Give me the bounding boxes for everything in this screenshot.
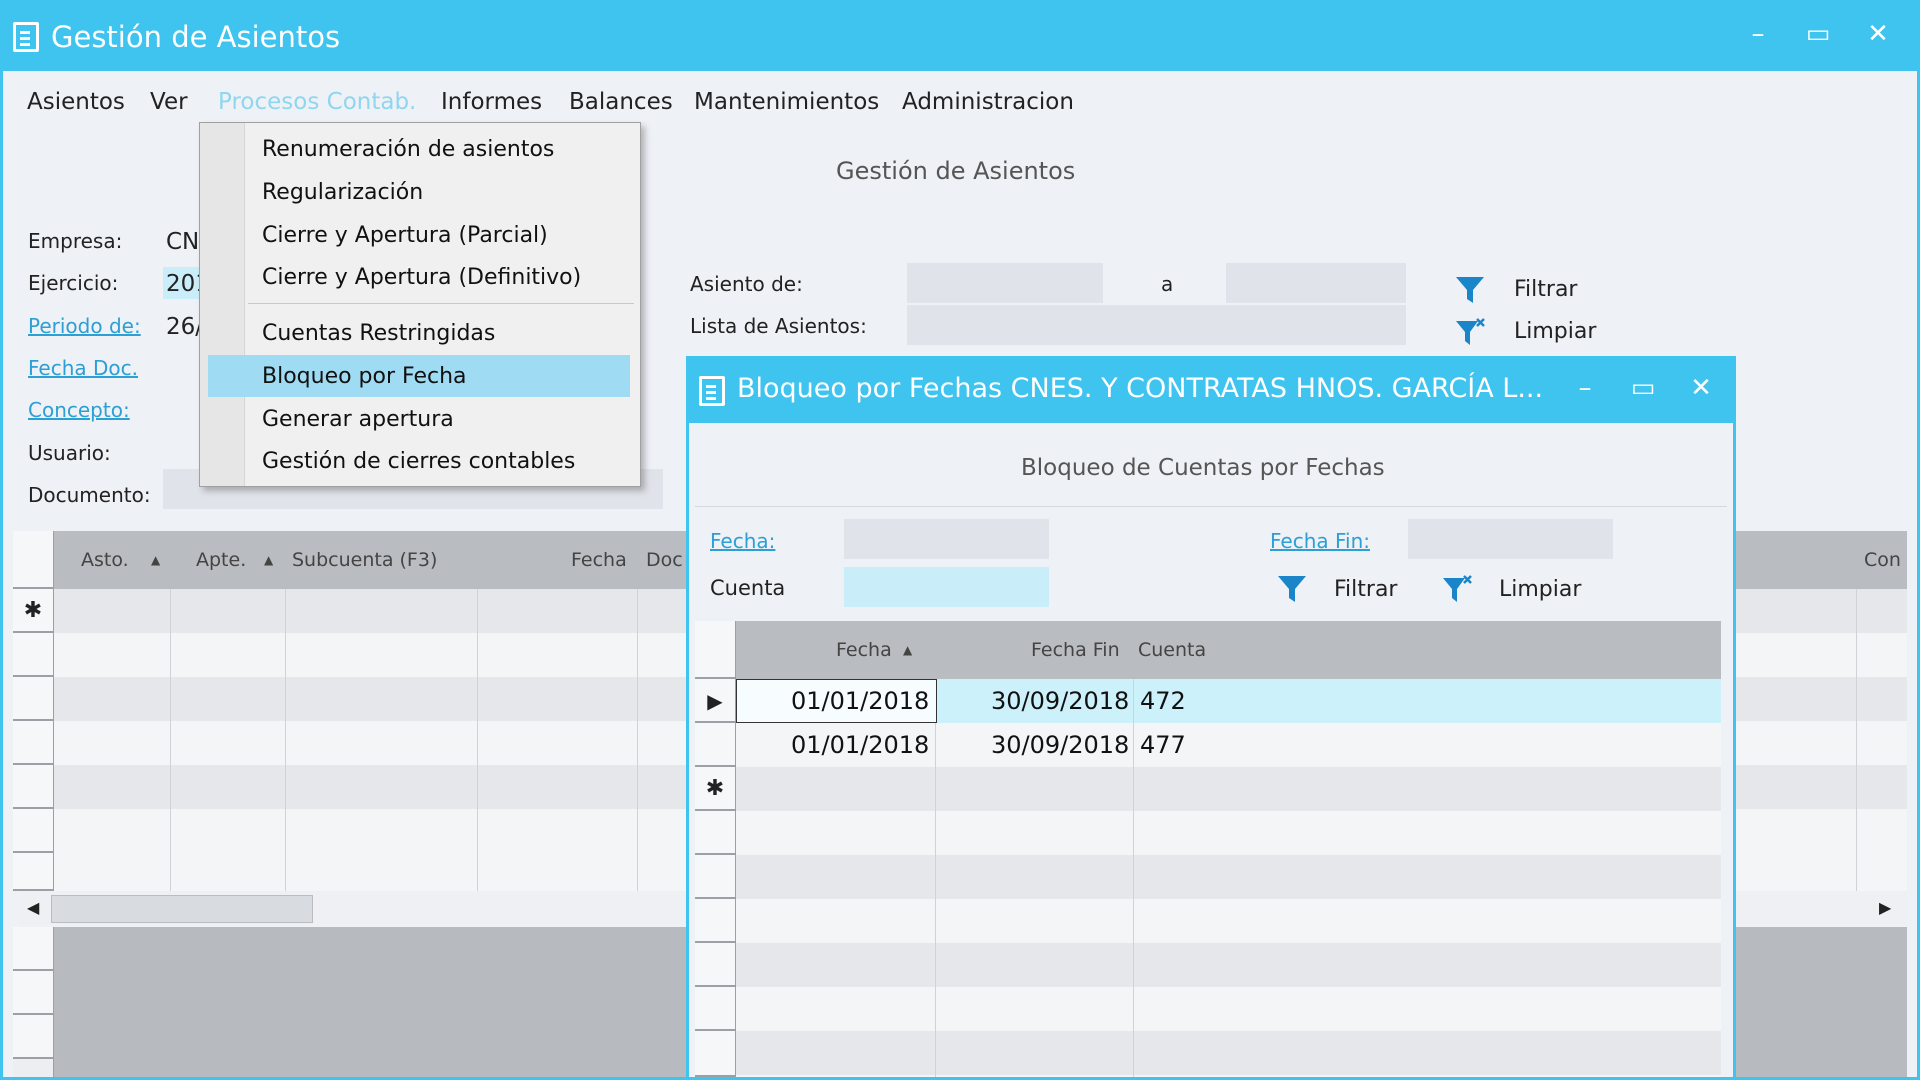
dialog-close-button[interactable]: ✕ bbox=[1679, 373, 1723, 403]
menu-cierre-definitivo[interactable]: Cierre y Apertura (Definitivo) bbox=[262, 265, 581, 290]
dialog-title: Bloqueo por Fechas CNES. Y CONTRATAS HNO… bbox=[737, 373, 1544, 404]
row-1-fecha: 01/01/2018 bbox=[791, 687, 930, 715]
col-apte[interactable]: Apte. bbox=[196, 531, 246, 589]
menu-regularizacion[interactable]: Regularización bbox=[262, 180, 423, 205]
dialog-fecha-fin-field[interactable] bbox=[1408, 519, 1613, 559]
concepto-link[interactable]: Concepto: bbox=[28, 398, 130, 422]
col-subcuenta[interactable]: Subcuenta (F3) bbox=[292, 531, 437, 589]
usuario-label: Usuario: bbox=[28, 441, 111, 465]
bloqueo-dialog: Bloqueo por Fechas CNES. Y CONTRATAS HNO… bbox=[686, 356, 1736, 1080]
dialog-fecha-fin-link[interactable]: Fecha Fin: bbox=[1270, 529, 1370, 553]
menu-informes[interactable]: Informes bbox=[441, 89, 542, 115]
document-icon bbox=[13, 22, 39, 52]
maximize-button[interactable]: ▭ bbox=[1796, 19, 1840, 49]
col-con[interactable]: Con bbox=[1864, 531, 1901, 589]
col-fecha[interactable]: Fecha bbox=[836, 621, 892, 679]
row-header-column bbox=[13, 927, 54, 1077]
dialog-cuenta-field[interactable] bbox=[844, 567, 1049, 607]
documento-label: Documento: bbox=[28, 483, 151, 507]
title-bar[interactable]: Gestión de Asientos – ▭ ✕ bbox=[3, 3, 1917, 71]
fecha-doc-link[interactable]: Fecha Doc. bbox=[28, 356, 138, 380]
dialog-fecha-field[interactable] bbox=[844, 519, 1049, 559]
row-2-cuenta: 477 bbox=[1140, 731, 1186, 759]
col-fecha[interactable]: Fecha bbox=[571, 531, 627, 589]
asiento-de-label: Asiento de: bbox=[690, 272, 803, 296]
filter-icon[interactable] bbox=[1277, 574, 1307, 604]
row-1-cuenta: 472 bbox=[1140, 687, 1186, 715]
menu-balances[interactable]: Balances bbox=[569, 89, 673, 115]
col-asto[interactable]: Asto. bbox=[81, 531, 129, 589]
menu-bloqueo-por-fecha[interactable]: Bloqueo por Fecha bbox=[262, 364, 467, 389]
table-row[interactable] bbox=[736, 943, 1721, 987]
table-row[interactable] bbox=[736, 855, 1721, 899]
dialog-cuenta-label: Cuenta bbox=[710, 576, 786, 600]
col-doc[interactable]: Doc bbox=[646, 531, 683, 589]
lista-asientos-label: Lista de Asientos: bbox=[690, 314, 867, 338]
dialog-minimize-button[interactable]: – bbox=[1563, 373, 1607, 403]
table-row[interactable]: 01/01/2018 30/09/2018 477 bbox=[736, 723, 1721, 767]
current-row-arrow-icon: ▶ bbox=[695, 679, 735, 723]
menu-ver[interactable]: Ver bbox=[150, 89, 188, 115]
row-2-fecha: 01/01/2018 bbox=[791, 731, 930, 759]
empresa-value: CN bbox=[166, 229, 200, 255]
periodo-value: 26/ bbox=[166, 314, 204, 340]
scroll-right-icon[interactable]: ▶ bbox=[1879, 898, 1891, 917]
minimize-button[interactable]: – bbox=[1736, 19, 1780, 49]
menu-asientos[interactable]: Asientos bbox=[27, 89, 125, 115]
page-title: Gestión de Asientos bbox=[836, 157, 1076, 185]
dialog-title-bar[interactable]: Bloqueo por Fechas CNES. Y CONTRATAS HNO… bbox=[689, 359, 1733, 423]
row-2-fecha-fin: 30/09/2018 bbox=[991, 731, 1130, 759]
periodo-link[interactable]: Periodo de: bbox=[28, 314, 141, 338]
clear-filter-icon[interactable] bbox=[1442, 574, 1472, 604]
dialog-maximize-button[interactable]: ▭ bbox=[1621, 373, 1665, 403]
row-header-column: ▶ ✱ bbox=[695, 621, 736, 1077]
dialog-grid-header: Fecha ▲ Fecha Fin Cuenta bbox=[735, 621, 1721, 679]
menu-procesos-contab[interactable]: Procesos Contab. bbox=[218, 89, 416, 115]
asiento-a-label: a bbox=[1161, 272, 1174, 296]
scroll-left-icon[interactable]: ◀ bbox=[27, 898, 39, 917]
menu-generar-apertura[interactable]: Generar apertura bbox=[262, 407, 454, 432]
ejercicio-label: Ejercicio: bbox=[28, 271, 119, 295]
col-fecha-fin[interactable]: Fecha Fin bbox=[1031, 621, 1120, 679]
clear-filter-icon[interactable] bbox=[1455, 317, 1485, 347]
menu-cierre-parcial[interactable]: Cierre y Apertura (Parcial) bbox=[262, 223, 548, 248]
sort-asc-icon: ▲ bbox=[903, 643, 913, 657]
menu-administracion[interactable]: Administracion bbox=[902, 89, 1074, 115]
menu-mantenimientos[interactable]: Mantenimientos bbox=[694, 89, 879, 115]
filtrar-button[interactable]: Filtrar bbox=[1514, 277, 1577, 302]
bloqueo-grid: Fecha ▲ Fecha Fin Cuenta ▶ ✱ 01/01/2018 … bbox=[695, 621, 1721, 1077]
menu-cuentas-restringidas[interactable]: Cuentas Restringidas bbox=[262, 321, 495, 346]
empresa-label: Empresa: bbox=[28, 229, 123, 253]
lista-asientos-field[interactable] bbox=[907, 305, 1406, 345]
document-icon bbox=[699, 376, 725, 406]
window-title: Gestión de Asientos bbox=[51, 20, 341, 54]
table-row-selected[interactable]: 01/01/2018 30/09/2018 472 bbox=[736, 679, 1721, 723]
dialog-heading: Bloqueo de Cuentas por Fechas bbox=[1021, 455, 1385, 481]
sort-asc-icon: ▲ bbox=[264, 553, 274, 567]
new-row-marker[interactable]: ✱ bbox=[695, 767, 735, 811]
dialog-filtrar-button[interactable]: Filtrar bbox=[1334, 577, 1397, 602]
menu-gestion-cierres[interactable]: Gestión de cierres contables bbox=[262, 449, 575, 474]
limpiar-button[interactable]: Limpiar bbox=[1514, 319, 1596, 344]
procesos-dropdown-menu: Renumeración de asientos Regularización … bbox=[199, 122, 641, 487]
new-row-marker[interactable]: ✱ bbox=[13, 589, 53, 633]
dialog-fecha-link[interactable]: Fecha: bbox=[710, 529, 775, 553]
table-row[interactable] bbox=[736, 767, 1721, 811]
table-row[interactable] bbox=[736, 1031, 1721, 1075]
close-button[interactable]: ✕ bbox=[1856, 19, 1900, 49]
scrollbar-thumb[interactable] bbox=[51, 895, 313, 923]
menu-renumeracion[interactable]: Renumeración de asientos bbox=[262, 137, 554, 162]
row-1-fecha-fin: 30/09/2018 bbox=[991, 687, 1130, 715]
asiento-desde-field[interactable] bbox=[907, 263, 1103, 303]
row-header-column: ✱ bbox=[13, 531, 54, 891]
sort-asc-icon: ▲ bbox=[151, 553, 161, 567]
col-cuenta[interactable]: Cuenta bbox=[1138, 621, 1206, 679]
dialog-limpiar-button[interactable]: Limpiar bbox=[1499, 577, 1581, 602]
asiento-hasta-field[interactable] bbox=[1226, 263, 1406, 303]
filter-icon[interactable] bbox=[1455, 275, 1485, 305]
